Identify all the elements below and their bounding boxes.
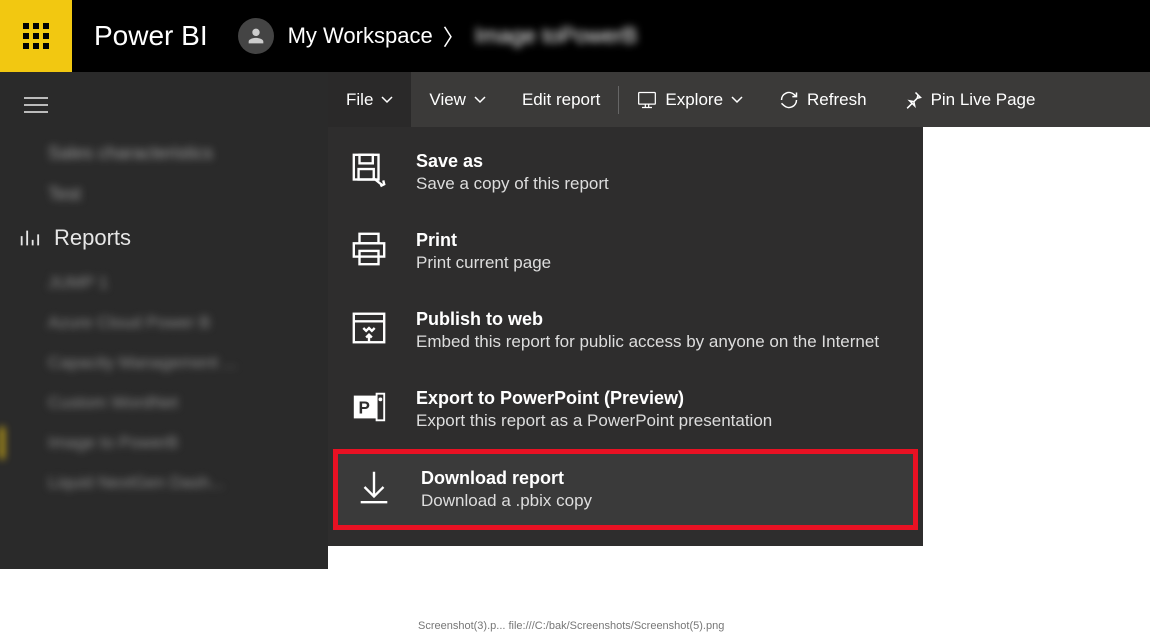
sidebar: Sales characteristics Test Reports JUMP … xyxy=(0,72,328,569)
edit-label: Edit report xyxy=(522,90,600,110)
sidebar-item[interactable]: JUMP 1 xyxy=(48,273,328,293)
view-label: View xyxy=(429,90,466,110)
dropdown-item-publish-web[interactable]: Publish to web Embed this report for pub… xyxy=(328,291,923,370)
user-avatar[interactable] xyxy=(238,18,274,54)
svg-text:P: P xyxy=(359,399,370,418)
explore-label: Explore xyxy=(665,90,723,110)
dropdown-item-save-as[interactable]: Save as Save a copy of this report xyxy=(328,127,923,212)
dropdown-subtitle: Print current page xyxy=(416,253,551,273)
top-bar: Power BI My Workspace 〉 Image toPowerB xyxy=(0,0,1150,72)
download-icon xyxy=(355,468,393,506)
chevron-down-icon xyxy=(381,94,393,106)
brand-name: Power BI xyxy=(94,20,208,52)
chevron-down-icon xyxy=(731,94,743,106)
sidebar-item[interactable]: Capacity Management ... xyxy=(48,353,328,373)
breadcrumb-separator: 〉 xyxy=(443,20,465,52)
explore-menu[interactable]: Explore xyxy=(619,72,761,127)
refresh-icon xyxy=(779,90,799,110)
dropdown-title: Export to PowerPoint (Preview) xyxy=(416,388,772,409)
hamburger-button[interactable] xyxy=(24,97,328,113)
sidebar-item[interactable]: Custom WordNet xyxy=(48,393,328,413)
chevron-down-icon xyxy=(474,94,486,106)
save-as-icon xyxy=(350,151,388,189)
dropdown-subtitle: Save a copy of this report xyxy=(416,174,609,194)
dropdown-subtitle: Embed this report for public access by a… xyxy=(416,332,879,352)
dropdown-subtitle: Download a .pbix copy xyxy=(421,491,592,511)
waffle-icon xyxy=(23,23,49,49)
dropdown-title: Publish to web xyxy=(416,309,879,330)
dropdown-title: Save as xyxy=(416,151,609,172)
dropdown-item-download[interactable]: Download report Download a .pbix copy xyxy=(338,454,913,525)
background-text-leak: Screenshot(3).p... file:///C:/bak/Screen… xyxy=(418,620,724,632)
dropdown-subtitle: Export this report as a PowerPoint prese… xyxy=(416,411,772,431)
refresh-button[interactable]: Refresh xyxy=(761,72,885,127)
app-launcher[interactable] xyxy=(0,0,72,72)
breadcrumb: My Workspace 〉 Image toPowerB xyxy=(288,20,638,52)
refresh-label: Refresh xyxy=(807,90,867,110)
pin-icon xyxy=(903,90,923,110)
dropdown-title: Print xyxy=(416,230,551,251)
dropdown-item-export-ppt[interactable]: P Export to PowerPoint (Preview) Export … xyxy=(328,370,923,449)
print-icon xyxy=(350,230,388,268)
pin-label: Pin Live Page xyxy=(931,90,1036,110)
view-menu[interactable]: View xyxy=(411,72,504,127)
main-content: File View Edit report Explore Refresh xyxy=(328,72,1150,569)
file-menu[interactable]: File xyxy=(328,72,411,127)
breadcrumb-workspace[interactable]: My Workspace xyxy=(288,23,433,49)
powerpoint-icon: P xyxy=(350,388,388,426)
bar-chart-icon xyxy=(18,227,40,249)
dropdown-item-download-highlight: Download report Download a .pbix copy xyxy=(333,449,918,530)
sidebar-item[interactable]: Sales characteristics xyxy=(48,143,328,164)
breadcrumb-current: Image toPowerB xyxy=(475,23,638,49)
sidebar-item[interactable]: Test xyxy=(48,184,328,205)
edit-report-button[interactable]: Edit report xyxy=(504,72,618,127)
publish-web-icon xyxy=(350,309,388,347)
toolbar: File View Edit report Explore Refresh xyxy=(328,72,1150,127)
pin-live-page-button[interactable]: Pin Live Page xyxy=(885,72,1054,127)
sidebar-section-reports[interactable]: Reports xyxy=(18,225,328,251)
file-dropdown: Save as Save a copy of this report Print… xyxy=(328,127,923,546)
dropdown-item-print[interactable]: Print Print current page xyxy=(328,212,923,291)
sidebar-item[interactable]: Liquid NextGen Dash... xyxy=(48,473,328,493)
user-icon xyxy=(245,25,267,47)
sidebar-item-active[interactable]: Image to PowerB xyxy=(48,433,328,453)
sidebar-item[interactable]: Azure Cloud Power B xyxy=(48,313,328,333)
dropdown-title: Download report xyxy=(421,468,592,489)
sidebar-section-label: Reports xyxy=(54,225,131,251)
file-label: File xyxy=(346,90,373,110)
explore-icon xyxy=(637,90,657,110)
